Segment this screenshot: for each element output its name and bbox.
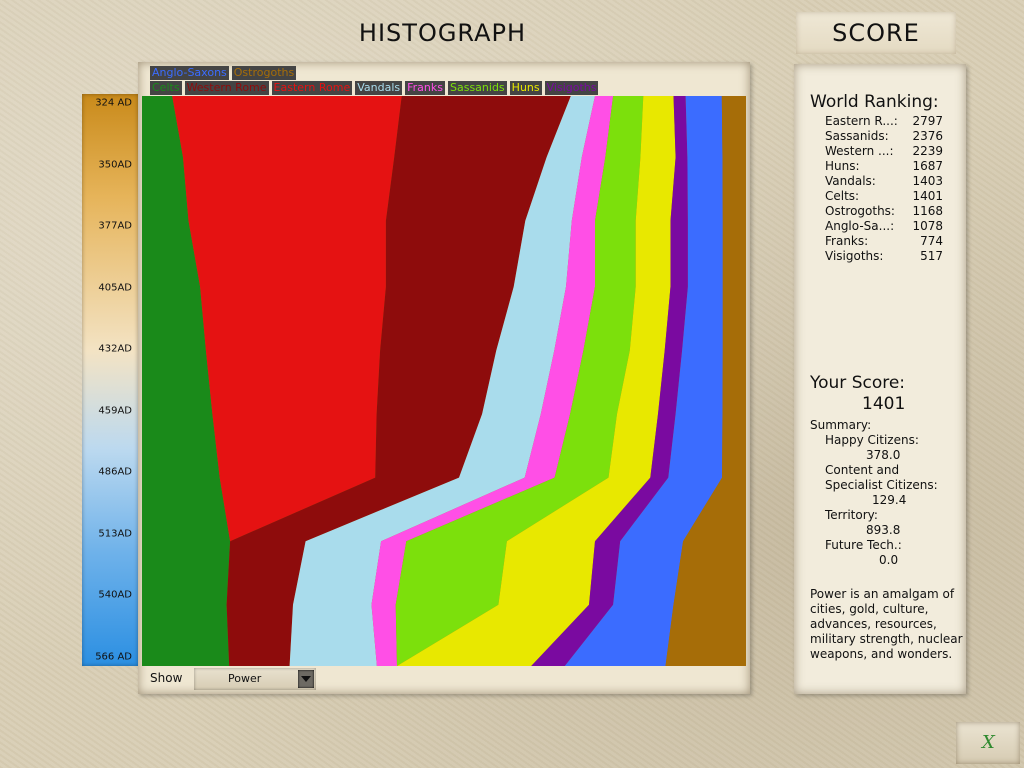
- ranking-civ-score: 774: [920, 234, 943, 248]
- content-label-line1: Content and: [825, 463, 900, 477]
- ranking-civ-score: 1403: [912, 174, 943, 188]
- ranking-row: Sassanids: 2376: [825, 129, 943, 144]
- timeline-bar: 324 AD 350AD 377AD 405AD 432AD 459AD 486AD 513A…: [82, 94, 138, 666]
- ranking-civ-score: 2376: [912, 129, 943, 143]
- ranking-row: Western ...: 2239: [825, 144, 943, 159]
- content-label-line2: Specialist Citizens:: [825, 478, 938, 492]
- timeline-tick: 377AD: [98, 220, 132, 232]
- legend-row-bottom: Celts Western Rome Eastern Rome Vandals Fran…: [150, 81, 599, 95]
- content-value: 129.4: [872, 493, 907, 507]
- legend-item: Ostrogoths: [231, 66, 297, 80]
- ranking-civ-score: 1078: [912, 219, 943, 233]
- ranking-row: Huns: 1687: [825, 159, 943, 174]
- timeline-tick: 350AD: [98, 159, 132, 171]
- legend-item: Western Rome: [184, 81, 269, 95]
- ranking-row: Celts: 1401: [825, 189, 943, 204]
- ranking-row: Ostrogoths: 1168: [825, 204, 943, 219]
- show-dropdown[interactable]: Power: [194, 668, 316, 690]
- ranking-civ-name: Franks:: [825, 234, 869, 248]
- ranking-civ-score: 2797: [912, 114, 943, 128]
- territory-label: Territory:: [825, 508, 878, 522]
- legend-item: Eastern Rome: [271, 81, 353, 95]
- world-ranking-title: World Ranking:: [810, 92, 939, 112]
- future-tech-label: Future Tech.:: [825, 538, 902, 552]
- ranking-civ-name: Ostrogoths:: [825, 204, 895, 218]
- world-ranking-list: Eastern R...: 2797 Sassanids: 2376 Western .…: [825, 114, 943, 264]
- legend-item: Vandals: [355, 81, 403, 95]
- ranking-row: Vandals: 1403: [825, 174, 943, 189]
- ranking-row: Eastern R...: 2797: [825, 114, 943, 129]
- ranking-row: Franks: 774: [825, 234, 943, 249]
- ranking-civ-score: 1401: [912, 189, 943, 203]
- score-title: SCORE: [796, 12, 956, 54]
- happy-citizens-value: 378.0: [866, 448, 901, 462]
- territory-value: 893.8: [866, 523, 901, 537]
- legend-item: Sassanids: [448, 81, 507, 95]
- close-icon: X: [982, 732, 995, 753]
- show-label: Show: [150, 671, 183, 685]
- ranking-row: Anglo-Sa...: 1078: [825, 219, 943, 234]
- legend-item: Celts: [150, 81, 182, 95]
- future-tech-value: 0.0: [879, 553, 899, 567]
- ranking-civ-score: 1168: [912, 204, 943, 218]
- ranking-civ-name: Huns:: [825, 159, 860, 173]
- ranking-row: Visigoths: 517: [825, 249, 943, 264]
- show-dropdown-value: Power: [228, 672, 262, 685]
- timeline-tick: 513AD: [98, 528, 132, 540]
- timeline-tick: 486AD: [98, 466, 132, 478]
- summary-label: Summary:: [810, 418, 872, 432]
- timeline-tick: 405AD: [98, 282, 132, 294]
- timeline-tick: 324 AD: [95, 97, 132, 109]
- histograph-plot: [142, 96, 746, 666]
- ranking-civ-name: Celts:: [825, 189, 860, 203]
- close-button[interactable]: X: [956, 722, 1020, 764]
- chevron-down-icon[interactable]: [298, 670, 314, 688]
- timeline-tick: 566 AD: [95, 651, 132, 663]
- timeline-tick: 459AD: [98, 405, 132, 417]
- ranking-civ-name: Western ...:: [825, 144, 894, 158]
- ranking-civ-name: Eastern R...:: [825, 114, 898, 128]
- ranking-civ-score: 2239: [912, 144, 943, 158]
- ranking-civ-score: 1687: [912, 159, 943, 173]
- timeline-tick: 432AD: [98, 343, 132, 355]
- power-description: Power is an amalgam of cities, gold, cul…: [810, 587, 963, 661]
- ranking-civ-name: Vandals:: [825, 174, 876, 188]
- legend-item: Franks: [405, 81, 445, 95]
- happy-citizens-label: Happy Citizens:: [825, 433, 919, 447]
- your-score-value: 1401: [862, 394, 906, 414]
- legend-row-top: Anglo-Saxons Ostrogoths: [150, 66, 297, 80]
- ranking-civ-name: Anglo-Sa...:: [825, 219, 895, 233]
- legend-item: Anglo-Saxons: [150, 66, 229, 80]
- your-score-title: Your Score:: [810, 373, 906, 393]
- histograph-title: HISTOGRAPH: [358, 19, 527, 47]
- ranking-civ-score: 517: [920, 249, 943, 263]
- timeline-tick: 540AD: [98, 589, 132, 601]
- ranking-civ-name: Sassanids:: [825, 129, 889, 143]
- legend-item: Huns: [509, 81, 542, 95]
- legend-item: Visigoths: [544, 81, 599, 95]
- ranking-civ-name: Visigoths:: [825, 249, 884, 263]
